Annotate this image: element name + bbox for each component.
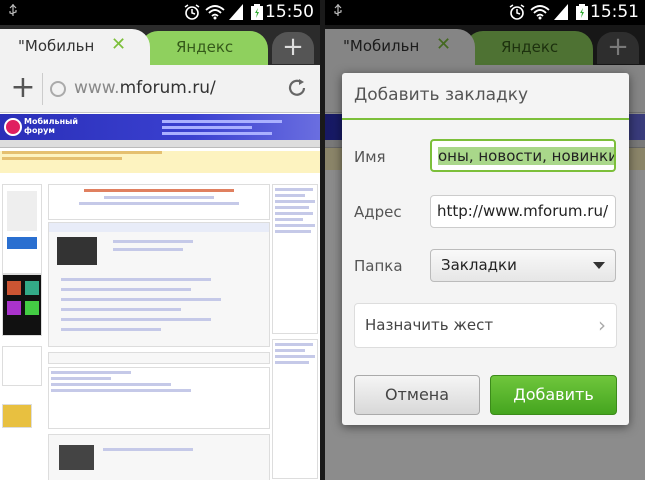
right-column-comments (272, 339, 318, 479)
address-label: Адрес (354, 203, 402, 221)
url-input[interactable]: www.mforum.ru/ (74, 78, 216, 98)
battery-icon (576, 4, 588, 20)
add-bookmark-plus-icon[interactable]: + (9, 73, 37, 103)
left-screen: 15:50 Яндекс "Мобильн ✕ + + www.mforum.r… (0, 0, 320, 480)
divider (42, 73, 43, 105)
catalog-header (48, 352, 270, 364)
news-line (162, 132, 272, 135)
cancel-button[interactable]: Отмена (354, 375, 480, 415)
site-logo-icon (4, 118, 22, 136)
alarm-icon (184, 4, 200, 20)
folder-label: Папка (354, 257, 403, 275)
news-block (48, 434, 270, 480)
close-icon[interactable]: ✕ (111, 34, 126, 55)
sidebar-banner (2, 404, 32, 428)
sidebar-icons (2, 274, 42, 336)
chevron-right-icon: › (598, 313, 606, 337)
add-button[interactable]: Добавить (490, 375, 617, 415)
dialog-divider (342, 118, 629, 120)
tab-mobile-forum[interactable]: "Мобильн ✕ (0, 29, 150, 65)
web-page-content[interactable]: Мобильный форум (0, 114, 320, 480)
dialog-title: Добавить закладку (354, 85, 529, 105)
assign-gesture-button[interactable]: Назначить жест › (354, 303, 617, 348)
dropdown-arrow-icon (593, 262, 605, 269)
wifi-icon (530, 5, 550, 20)
new-tab-button[interactable]: + (272, 32, 314, 64)
tab-yandex[interactable]: Яндекс (140, 31, 268, 65)
add-bookmark-dialog: Добавить закладку Имя оны, новости, нови… (342, 73, 629, 425)
bookmark-address-input[interactable]: http://www.mforum.ru/ (430, 195, 616, 228)
notice-bar (0, 151, 320, 173)
site-header: Мобильный форум (0, 114, 320, 140)
tab-title: "Мобильн (18, 37, 95, 55)
bookmark-name-input[interactable]: оны, новости, новинки (430, 139, 616, 172)
gesture-label: Назначить жест (365, 316, 494, 334)
selected-text: оны, новости, новинки (438, 147, 616, 165)
news-line (162, 126, 252, 129)
folder-value: Закладки (441, 256, 517, 274)
status-bar: 15:50 (0, 0, 320, 25)
globe-icon (50, 81, 66, 97)
url-bar: + www.mforum.ru/ (0, 65, 320, 113)
usb-icon (9, 4, 17, 16)
wifi-icon (205, 5, 225, 20)
signal-icon (554, 4, 568, 20)
usb-icon (334, 4, 342, 16)
header-news (160, 117, 310, 138)
clock: 15:51 (590, 2, 639, 22)
battery-icon (251, 4, 263, 20)
name-label: Имя (354, 148, 386, 166)
clock: 15:50 (265, 2, 314, 22)
news-line (162, 120, 282, 123)
right-screen: 15:51 Яндекс "Мобильн ✕ + Добавить закла… (325, 0, 645, 480)
logo-line1: Мобильный (24, 117, 78, 126)
sidebar-promo (2, 346, 42, 386)
apple-block (48, 367, 270, 429)
promo-block (48, 184, 270, 220)
tab-bar: Яндекс "Мобильн ✕ + (0, 25, 320, 65)
site-logo: Мобильный форум (24, 117, 78, 135)
right-column-news (272, 184, 318, 334)
tab-title: Яндекс (176, 38, 234, 56)
notice-line (2, 151, 162, 154)
site-nav (0, 140, 320, 148)
folder-select[interactable]: Закладки (430, 249, 616, 282)
notice-line (2, 157, 122, 160)
status-bar: 15:51 (325, 0, 645, 25)
logo-line2: форум (24, 126, 55, 135)
signal-icon (229, 4, 243, 20)
url-prefix: www. (74, 78, 120, 98)
alarm-icon (509, 4, 525, 20)
top-news-block (48, 222, 270, 347)
reload-icon[interactable] (286, 77, 308, 99)
sidebar-ad (2, 184, 42, 274)
url-domain: mforum.ru/ (119, 78, 216, 98)
